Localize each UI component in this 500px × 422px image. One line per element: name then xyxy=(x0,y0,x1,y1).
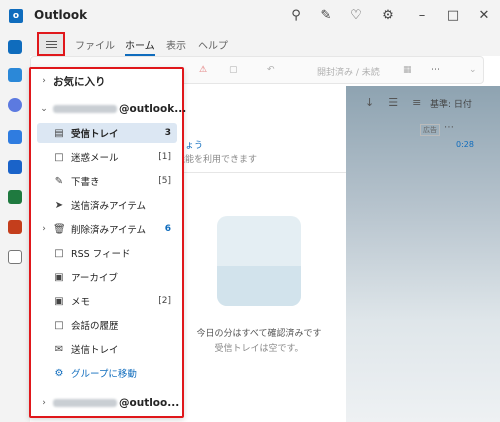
chevron-down-icon: ⌄ xyxy=(40,104,48,114)
tab-view[interactable]: 表示 xyxy=(166,37,186,52)
search-icon[interactable]: ⚲ xyxy=(288,8,304,24)
folder-icon: □ xyxy=(54,247,64,259)
powerpoint-icon[interactable] xyxy=(8,220,22,234)
minimize-icon[interactable]: – xyxy=(414,8,430,24)
folder-outbox[interactable]: ✉ 送信トレイ xyxy=(37,339,177,359)
empty-state-subtitle: 受信トレイは空です。 xyxy=(214,344,304,354)
folder-label: アーカイブ xyxy=(71,273,118,284)
folder-label: 会話の履歴 xyxy=(71,321,119,332)
message-list-toolbar: ↓ ☰ ≡ xyxy=(365,96,421,109)
folder-deleted[interactable]: › 🗑 削除済みアイテム 6 xyxy=(37,219,177,239)
ribbon-tabs: ファイル ホーム 表示 ヘルプ xyxy=(30,32,500,56)
outlook-logo-icon: o xyxy=(9,9,23,23)
mark-read-button[interactable]: 開封済み / 未読 xyxy=(317,65,380,78)
people-icon[interactable] xyxy=(8,98,22,112)
sort-arrow-icon[interactable]: ↓ xyxy=(365,96,374,109)
folder-drafts[interactable]: ✎ 下書き [5] xyxy=(37,171,177,191)
folder-label: メモ xyxy=(71,297,91,308)
tab-home[interactable]: ホーム xyxy=(125,37,155,56)
favorites-label: お気に入り xyxy=(53,75,106,88)
calendar-icon[interactable] xyxy=(8,68,22,82)
note-icon: ▣ xyxy=(54,295,64,307)
sort-icon[interactable]: ≡ xyxy=(412,96,421,109)
archive-icon: ▣ xyxy=(54,271,64,283)
word-icon[interactable] xyxy=(8,160,22,174)
excel-icon[interactable] xyxy=(8,190,22,204)
tab-help[interactable]: ヘルプ xyxy=(198,37,228,52)
more-icon[interactable]: ⋯ xyxy=(431,65,440,75)
grid-icon[interactable]: ▦ xyxy=(403,65,412,75)
sort-label[interactable]: 基準: 日付 xyxy=(430,97,472,110)
folder-rss[interactable]: □ RSS フィード xyxy=(37,243,177,263)
folder-label: 下書き xyxy=(71,177,100,188)
bell-icon[interactable]: ♡ xyxy=(348,8,364,24)
folder-pane: › お気に入り ⌄ @outlook... ▤ 受信トレイ 3 □ 迷惑メール … xyxy=(29,67,186,418)
redacted-account xyxy=(53,399,117,407)
filter-icon[interactable]: ☰ xyxy=(388,96,398,109)
account2-label: @outloo... xyxy=(53,397,179,409)
empty-state-title: 今日の分はすべて確認済みです xyxy=(196,329,322,339)
folder-label: 送信済みアイテム xyxy=(71,201,147,212)
maximize-icon[interactable]: □ xyxy=(445,8,461,24)
hamburger-menu-button[interactable] xyxy=(37,32,65,56)
close-icon[interactable]: ✕ xyxy=(476,8,492,24)
ad-badge: 広告 xyxy=(420,124,440,136)
chevron-right-icon[interactable]: › xyxy=(39,224,49,234)
drafts-icon: ✎ xyxy=(54,175,64,187)
reply-icon[interactable]: ↶ xyxy=(267,65,275,75)
folder-sent[interactable]: ➤ 送信済みアイテム xyxy=(37,195,177,215)
folder-inbox[interactable]: ▤ 受信トレイ 3 xyxy=(37,123,177,143)
outbox-icon: ✉ xyxy=(54,343,64,355)
ad-subtitle[interactable]: 機能を利用できます xyxy=(176,152,257,165)
inbox-icon: ▤ xyxy=(54,127,64,139)
folder-conversation-history[interactable]: □ 会話の履歴 xyxy=(37,315,177,335)
todo-icon[interactable] xyxy=(8,130,22,144)
folder-label: 受信トレイ xyxy=(71,129,119,140)
gear-icon[interactable]: ⚙ xyxy=(380,8,396,24)
folder-notes[interactable]: ▣ メモ [2] xyxy=(37,291,177,311)
folder-archive[interactable]: ▣ アーカイブ xyxy=(37,267,177,287)
chevron-right-icon: › xyxy=(42,76,46,86)
apps-icon[interactable] xyxy=(8,250,22,264)
mail-icon[interactable] xyxy=(8,40,22,54)
folder-icon: □ xyxy=(54,319,64,331)
chevron-right-icon: › xyxy=(42,398,46,408)
app-rail xyxy=(0,32,30,422)
account2-header[interactable]: › @outloo... xyxy=(37,393,179,413)
unread-count: 6 xyxy=(164,224,171,234)
move-icon[interactable]: ▢ xyxy=(229,65,238,75)
groups-link-label: グループに移動 xyxy=(71,369,137,380)
divider xyxy=(176,172,346,173)
notes-icon[interactable]: ✎ xyxy=(318,8,334,24)
title-bar: o Outlook ⚲ ✎ ♡ ⚙ – □ ✕ xyxy=(0,0,500,32)
folder-label: RSS フィード xyxy=(71,249,131,260)
unread-count: 3 xyxy=(164,128,171,138)
account-header[interactable]: ⌄ @outlook... xyxy=(37,99,186,119)
junk-icon: □ xyxy=(54,151,64,163)
app-title: Outlook xyxy=(34,8,88,22)
item-count: [2] xyxy=(158,296,171,306)
flag-icon[interactable]: ⚠ xyxy=(199,65,207,75)
favorites-header[interactable]: › お気に入り xyxy=(37,71,177,91)
ad-more-icon[interactable]: ⋯ xyxy=(444,122,454,133)
folder-label: 送信トレイ xyxy=(71,345,119,356)
groups-icon: ⚙ xyxy=(54,367,64,379)
empty-inbox-illustration xyxy=(217,216,301,306)
ad-time: 0:28 xyxy=(456,140,474,149)
item-count: [1] xyxy=(158,152,171,162)
go-to-groups-link[interactable]: ⚙ グループに移動 xyxy=(37,363,177,383)
reading-pane-background xyxy=(346,86,500,422)
account-label: @outlook... xyxy=(53,103,186,115)
folder-junk[interactable]: □ 迷惑メール [1] xyxy=(37,147,177,167)
item-count: [5] xyxy=(158,176,171,186)
redacted-account xyxy=(53,105,117,113)
folder-label: 削除済みアイテム xyxy=(71,225,147,236)
tab-file[interactable]: ファイル xyxy=(75,37,115,52)
sent-icon: ➤ xyxy=(54,199,64,211)
chevron-down-icon[interactable]: ⌄ xyxy=(469,65,477,75)
trash-icon: 🗑 xyxy=(53,223,66,235)
folder-label: 迷惑メール xyxy=(71,153,119,164)
